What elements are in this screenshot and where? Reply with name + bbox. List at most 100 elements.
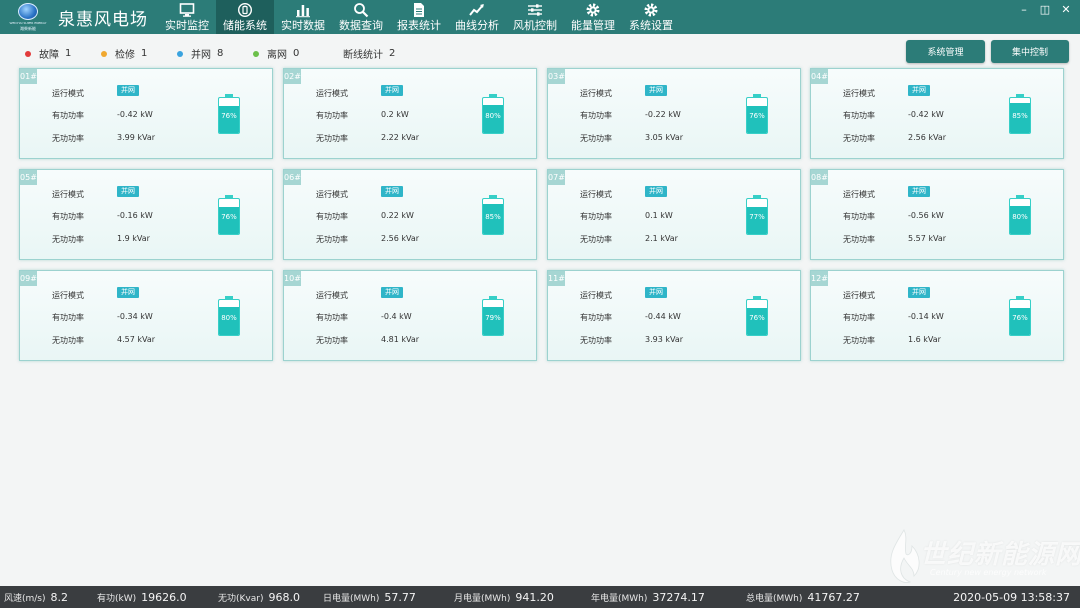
- mode-label: 运行模式: [580, 89, 612, 98]
- status-item: 无功(Kvar) 968.0: [218, 591, 300, 604]
- nav-label: 数据查询: [339, 19, 383, 32]
- reactive-power-value: 2.56 kVar: [381, 234, 420, 243]
- legend-label: 断线统计: [343, 50, 383, 61]
- storage-unit-card[interactable]: 12# 运行模式 并网 有功功率 -0.14 kW 无功功率 1.6 kVar 76%: [810, 270, 1064, 361]
- gear-icon: [643, 2, 659, 19]
- nav-item-2[interactable]: 储能系统: [216, 0, 274, 34]
- storage-unit-card[interactable]: 05# 运行模式 并网 有功功率 -0.16 kW 无功功率 1.9 kVar 76%: [19, 169, 273, 260]
- reactive-power-row: 无功功率 1.9 kVar: [52, 234, 150, 245]
- nav-item-7[interactable]: 风机控制: [506, 0, 564, 34]
- mode-badge: 并网: [645, 85, 667, 96]
- mode-badge: 并网: [381, 186, 403, 197]
- reactive-power-row: 无功功率 2.56 kVar: [316, 234, 419, 245]
- restore-icon[interactable]: ◫: [1039, 4, 1051, 16]
- nav-item-9[interactable]: 系统设置: [622, 0, 680, 34]
- status-value: 19626.0: [141, 591, 187, 604]
- nav-label: 实时监控: [165, 19, 209, 32]
- legend-maintenance: 检修 1: [101, 46, 147, 61]
- document-icon: [411, 2, 427, 19]
- storage-unit-card[interactable]: 07# 运行模式 并网 有功功率 0.1 kW 无功功率 2.1 kVar 77%: [547, 169, 801, 260]
- central-control-button[interactable]: 集中控制: [991, 40, 1069, 63]
- reactive-power-label: 无功功率: [52, 134, 84, 143]
- status-label: 无功(Kvar): [218, 594, 264, 604]
- minimize-icon[interactable]: –: [1018, 4, 1030, 16]
- unit-id: 11#: [548, 271, 565, 286]
- reactive-power-label: 无功功率: [843, 336, 875, 345]
- storage-unit-card[interactable]: 06# 运行模式 并网 有功功率 0.22 kW 无功功率 2.56 kVar 85%: [283, 169, 537, 260]
- watermark-subtext: Century new energy network: [930, 568, 1047, 577]
- status-bar: 2020-05-09 13:58:37 风速(m/s) 8.2 有功(kW) 1962…: [0, 586, 1080, 608]
- storage-unit-card[interactable]: 03# 运行模式 并网 有功功率 -0.22 kW 无功功率 3.05 kVar 76%: [547, 68, 801, 159]
- battery-percent: 80%: [1012, 213, 1028, 221]
- close-icon[interactable]: ✕: [1060, 4, 1072, 16]
- storage-unit-card[interactable]: 09# 运行模式 并网 有功功率 -0.34 kW 无功功率 4.57 kVar 80%: [19, 270, 273, 361]
- legend-count: 1: [141, 48, 148, 59]
- mode-row: 运行模式: [580, 290, 612, 301]
- mode-row: 运行模式: [843, 290, 875, 301]
- active-power-value: -0.44 kW: [645, 312, 681, 321]
- storage-unit-card[interactable]: 11# 运行模式 并网 有功功率 -0.44 kW 无功功率 3.93 kVar 76%: [547, 270, 801, 361]
- active-power-row: 有功功率 -0.42 kW: [843, 110, 944, 121]
- mode-row: 运行模式: [580, 88, 612, 99]
- mode-row: 运行模式: [316, 189, 348, 200]
- battery-percent: 76%: [1012, 314, 1028, 322]
- battery-icon: 80%: [482, 94, 504, 134]
- mode-row: 运行模式: [316, 290, 348, 301]
- bar-chart-icon: [295, 2, 311, 19]
- storage-unit-card[interactable]: 04# 运行模式 并网 有功功率 -0.42 kW 无功功率 2.56 kVar 85%: [810, 68, 1064, 159]
- status-item: 月电量(MWh) 941.20: [454, 591, 554, 604]
- battery-icon: 85%: [482, 195, 504, 235]
- active-power-row: 有功功率 -0.56 kW: [843, 211, 944, 222]
- active-power-row: 有功功率 0.1 kW: [580, 211, 673, 222]
- reactive-power-label: 无功功率: [843, 134, 875, 143]
- mode-label: 运行模式: [316, 89, 348, 98]
- logo-caption-en: WEICHAI SUPER ENERGY: [9, 21, 47, 25]
- nav-item-5[interactable]: 报表统计: [390, 0, 448, 34]
- reactive-power-label: 无功功率: [843, 235, 875, 244]
- active-power-value: -0.42 kW: [117, 110, 153, 119]
- storage-unit-card[interactable]: 08# 运行模式 并网 有功功率 -0.56 kW 无功功率 5.57 kVar 80%: [810, 169, 1064, 260]
- status-value: 41767.27: [807, 591, 860, 604]
- storage-unit-card[interactable]: 10# 运行模式 并网 有功功率 -0.4 kW 无功功率 4.81 kVar 79%: [283, 270, 537, 361]
- battery-percent: 77%: [749, 213, 765, 221]
- nav-item-4[interactable]: 数据查询: [332, 0, 390, 34]
- storage-unit-card[interactable]: 01# 运行模式 并网 有功功率 -0.42 kW 无功功率 3.99 kVar 76%: [19, 68, 273, 159]
- trend-icon: [469, 2, 485, 19]
- mode-label: 运行模式: [843, 89, 875, 98]
- battery-percent: 80%: [221, 314, 237, 322]
- status-label: 风速(m/s): [4, 594, 46, 604]
- reactive-power-value: 4.81 kVar: [381, 335, 420, 344]
- mode-label: 运行模式: [316, 190, 348, 199]
- battery-icon: 76%: [218, 94, 240, 134]
- nav-item-3[interactable]: 实时数据: [274, 0, 332, 34]
- active-power-row: 有功功率 -0.42 kW: [52, 110, 153, 121]
- legend-count: 2: [389, 48, 396, 59]
- active-power-label: 有功功率: [52, 212, 84, 221]
- unit-id: 03#: [548, 69, 565, 84]
- legend-label: 故障: [39, 50, 59, 61]
- battery-icon: 76%: [218, 195, 240, 235]
- active-power-value: -0.16 kW: [117, 211, 153, 220]
- battery-icon: 76%: [746, 296, 768, 336]
- reactive-power-row: 无功功率 4.57 kVar: [52, 335, 155, 346]
- reactive-power-row: 无功功率 1.6 kVar: [843, 335, 941, 346]
- battery-body: 76%: [746, 97, 768, 134]
- storage-unit-card[interactable]: 02# 运行模式 并网 有功功率 0.2 kW 无功功率 2.22 kVar 80%: [283, 68, 537, 159]
- battery-percent: 79%: [485, 314, 501, 322]
- nav-item-6[interactable]: 曲线分析: [448, 0, 506, 34]
- system-manage-button[interactable]: 系统管理: [906, 40, 985, 63]
- company-logo: WEICHAI SUPER ENERGY 潍柴新能: [6, 2, 50, 32]
- reactive-power-label: 无功功率: [52, 235, 84, 244]
- mode-badge: 并网: [908, 186, 930, 197]
- active-power-row: 有功功率 0.2 kW: [316, 110, 409, 121]
- active-power-label: 有功功率: [580, 212, 612, 221]
- reactive-power-row: 无功功率 2.22 kVar: [316, 133, 419, 144]
- unit-id: 08#: [811, 170, 828, 185]
- nav-item-1[interactable]: 实时监控: [158, 0, 216, 34]
- search-icon: [353, 2, 369, 19]
- reactive-power-value: 1.6 kVar: [908, 335, 941, 344]
- active-power-label: 有功功率: [843, 111, 875, 120]
- status-value: 8.2: [50, 591, 69, 604]
- legend-disconnect-stats: 断线统计 2: [343, 46, 395, 61]
- nav-item-8[interactable]: 能量管理: [564, 0, 622, 34]
